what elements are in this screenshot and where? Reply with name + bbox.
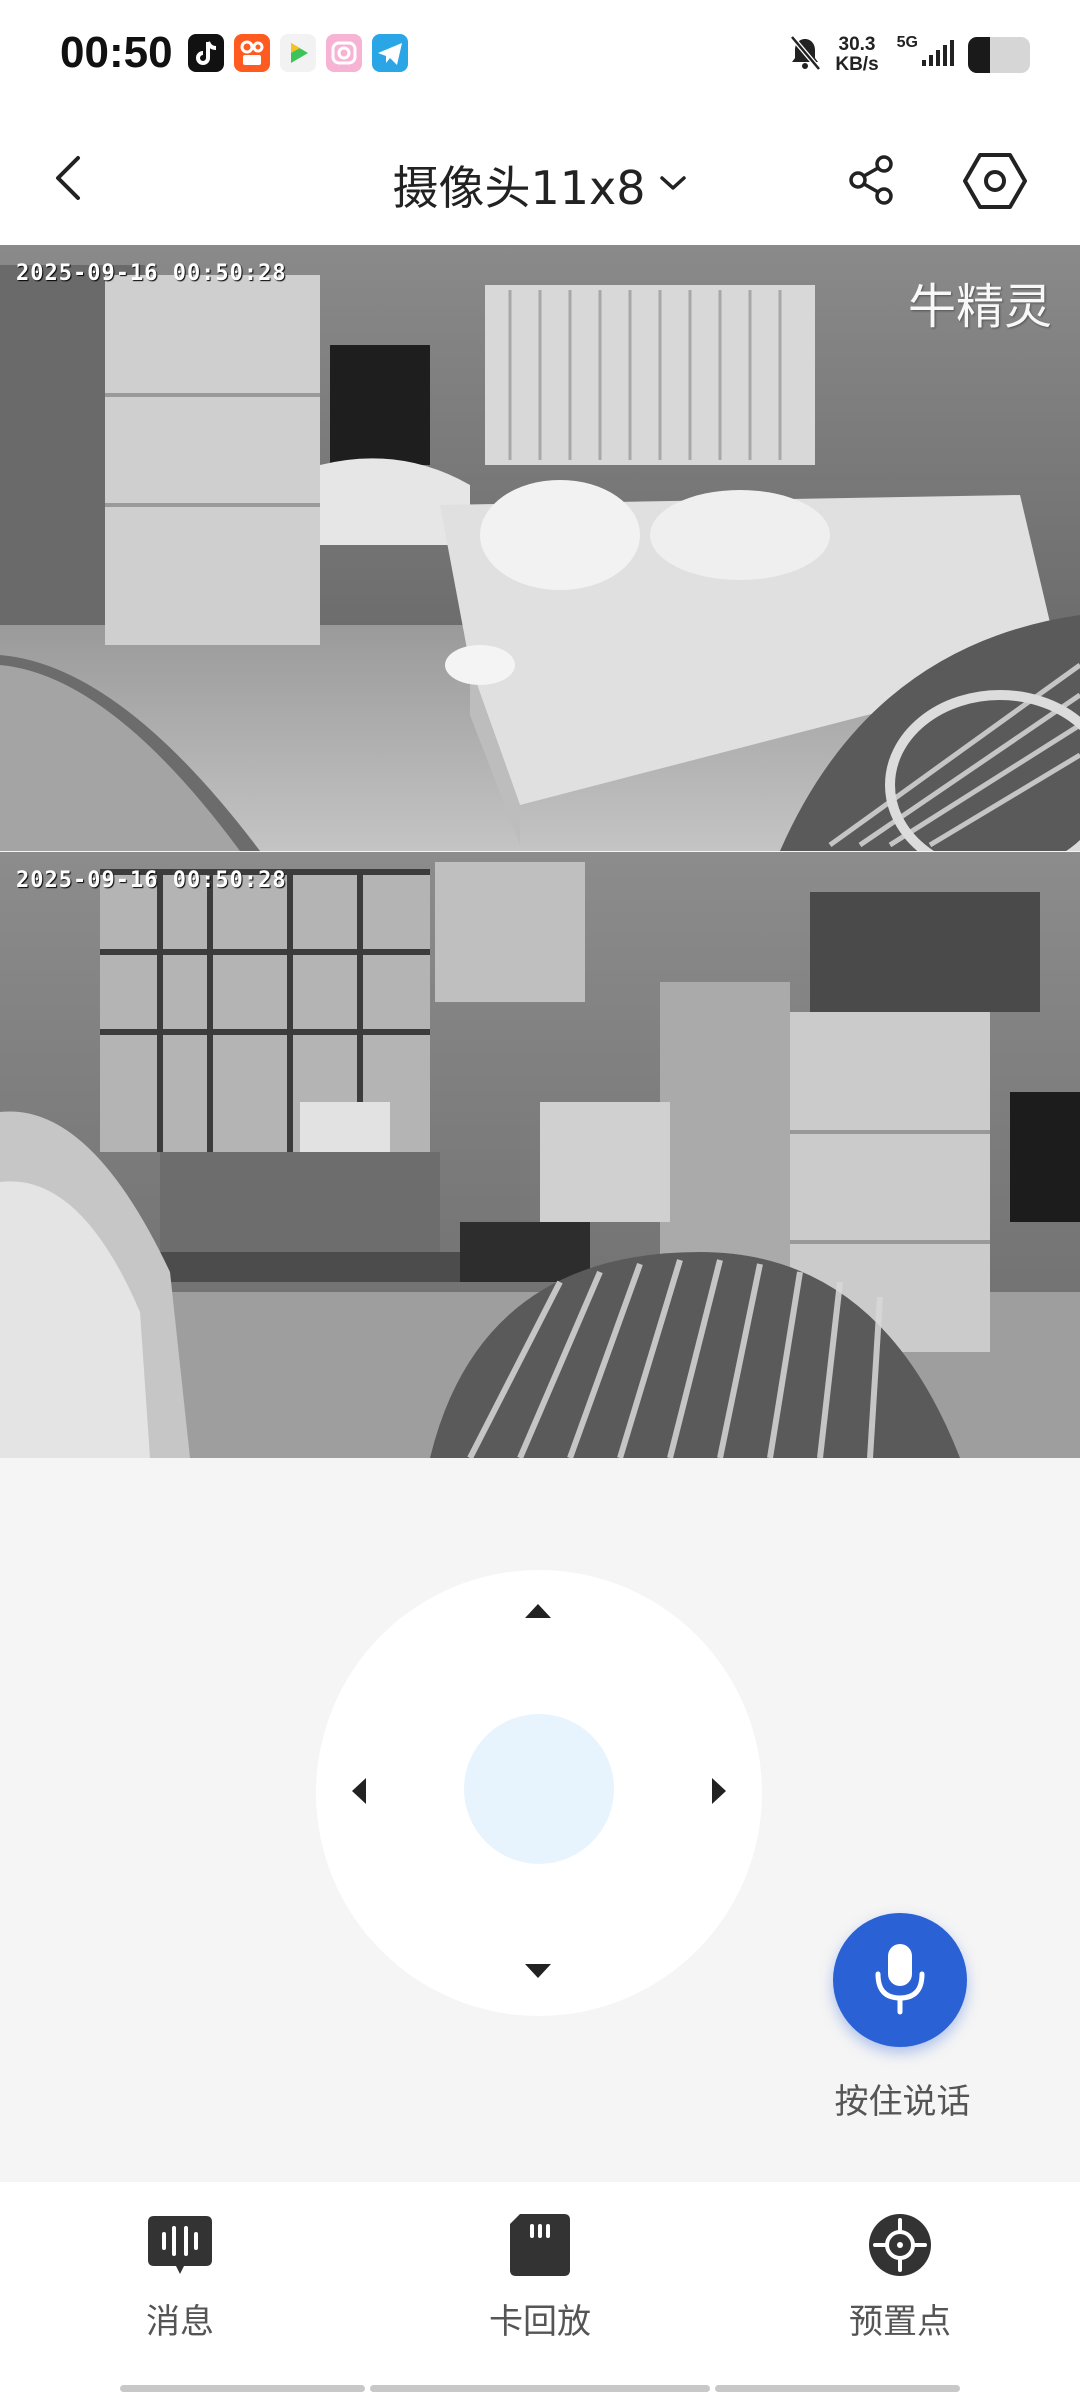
status-bar: 00:50 30.3 KB/s 5G	[0, 0, 1080, 110]
feed-2-timestamp: 2025-09-16 00:50:28	[16, 868, 287, 893]
battery-icon	[968, 37, 1030, 73]
preset-point-icon	[869, 2214, 931, 2276]
camera-app-icon	[326, 34, 362, 72]
page-title: 摄像头11x8	[392, 161, 646, 215]
network-speed-unit: KB/s	[835, 54, 879, 75]
tiktok-icon	[188, 34, 224, 72]
ptz-center-knob[interactable]	[464, 1714, 614, 1864]
network-speed: 30.3 KB/s	[835, 35, 878, 75]
mute-bell-icon	[787, 33, 823, 77]
kuaishou-icon	[234, 34, 270, 72]
ptz-right-arrow-icon[interactable]	[712, 1778, 726, 1804]
nav-label-messages: 消息	[146, 2302, 214, 2342]
gesture-bar-segment	[120, 2385, 365, 2392]
gesture-bar-segment	[715, 2385, 960, 2392]
network-type: 5G	[896, 34, 918, 51]
microphone-icon	[875, 1944, 925, 2015]
settings-button[interactable]	[962, 148, 1028, 214]
ptz-left-arrow-icon[interactable]	[352, 1778, 366, 1804]
ptz-control-pad[interactable]	[316, 1570, 762, 2016]
brand-watermark: 牛精灵	[907, 279, 1052, 335]
push-to-talk-button[interactable]	[833, 1913, 967, 2047]
device-selector[interactable]: 摄像头11x8	[0, 152, 1080, 218]
message-icon	[148, 2216, 212, 2274]
camera-feed-1[interactable]: 2025-09-16 00:50:28 牛精灵	[0, 245, 1080, 851]
signal-icon	[922, 38, 956, 72]
camera-feed-2-image	[0, 852, 1080, 1458]
nav-item-card-playback[interactable]: 卡回放	[420, 2212, 660, 2372]
nav-label-preset-points: 预置点	[849, 2302, 951, 2342]
status-time: 00:50	[60, 28, 173, 77]
chevron-down-icon	[658, 173, 688, 197]
push-to-talk-label: 按住说话	[834, 2082, 971, 2122]
sd-card-icon	[510, 2214, 570, 2276]
nav-item-preset-points[interactable]: 预置点	[780, 2212, 1020, 2372]
camera-live-page: 00:50 30.3 KB/s 5G 摄像头11x8 2025-09-16 00…	[0, 0, 1080, 2400]
app-header: 摄像头11x8	[0, 110, 1080, 245]
status-indicators: 30.3 KB/s 5G	[787, 30, 1030, 80]
video-app-icon	[280, 34, 316, 72]
nav-label-card-playback: 卡回放	[489, 2302, 591, 2342]
battery-level	[968, 37, 990, 73]
gesture-bar-segment	[370, 2385, 710, 2392]
nav-item-messages[interactable]: 消息	[60, 2212, 300, 2372]
ptz-down-arrow-icon[interactable]	[525, 1964, 551, 1978]
camera-feed-2[interactable]: 2025-09-16 00:50:28	[0, 852, 1080, 1458]
network-speed-value: 30.3	[838, 34, 876, 55]
share-button[interactable]	[842, 150, 902, 210]
telegram-icon	[372, 34, 408, 72]
feed-1-timestamp: 2025-09-16 00:50:28	[16, 261, 287, 286]
ptz-up-arrow-icon[interactable]	[525, 1604, 551, 1618]
hexagon-settings-icon	[963, 153, 1027, 209]
bottom-nav: 消息 卡回放 预置点	[0, 2182, 1080, 2400]
share-icon	[849, 155, 893, 205]
